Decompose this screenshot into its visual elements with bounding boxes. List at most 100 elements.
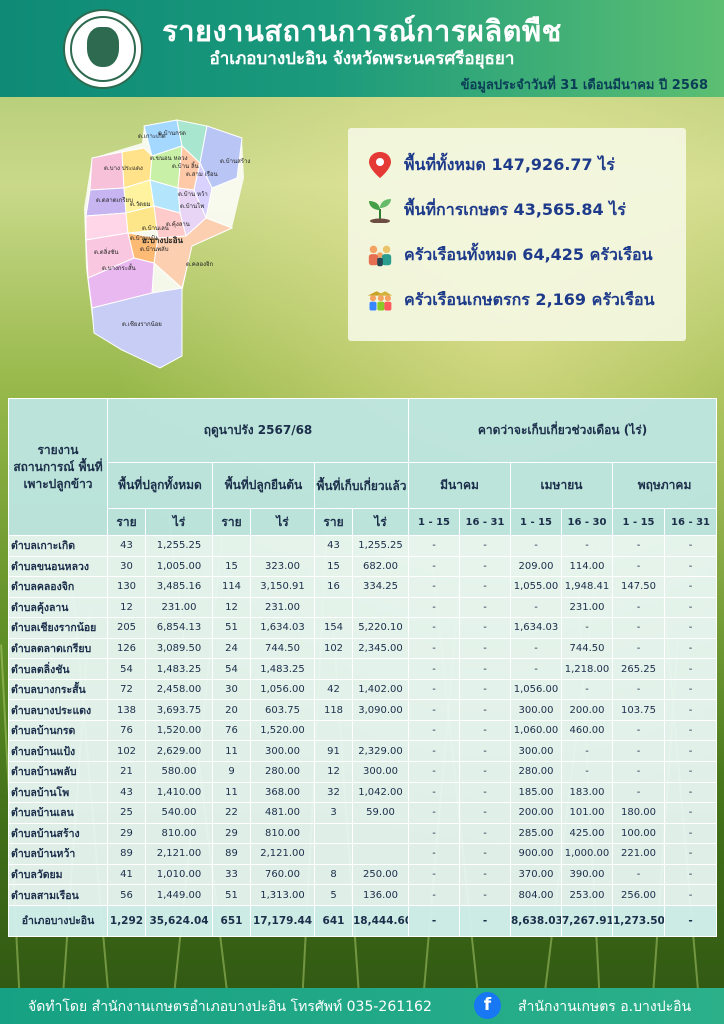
cell-apr-16-30: 114.00 [561, 555, 613, 578]
cell-may-1-15: - [612, 863, 665, 886]
cell-mar-16-31: - [459, 843, 511, 865]
cell-apr-16-30: 253.00 [561, 884, 613, 906]
header-season: ฤดูนาปรัง 2567/68 [107, 398, 409, 463]
farmers-icon [366, 286, 394, 314]
cell-may-16-31: - [663, 863, 718, 886]
table-row: ตำบลสามเรือน 56 1,449.00 51 1,313.00 5 136.00-… [8, 884, 718, 906]
cell-standing-area: 744.50 [250, 637, 315, 660]
cell-apr-1-15: - [510, 596, 562, 619]
rice-planting-table-container: รายงาน สถานการณ์ พื้นที่ เพาะปลูกข้าว ฤด… [8, 398, 718, 937]
cell-mar-1-15: - [408, 678, 460, 701]
cell-standing-area: 1,483.25 [250, 658, 315, 680]
cell-may-1-15: - [612, 761, 665, 783]
cell-may-16-31: - [663, 740, 718, 763]
cell-mar-1-15: - [408, 863, 460, 886]
total-apr-16-30: 7,267.91 [561, 904, 613, 937]
cell-row-name: ตำบลบางกระสั้น [8, 678, 108, 701]
cell-mar-1-15: - [408, 802, 460, 824]
cell-standing-rai: 11 [212, 781, 251, 804]
facebook-icon[interactable]: f [474, 992, 501, 1019]
cell-row-name: ตำบลวัดยม [8, 863, 108, 886]
cell-may-1-15: 103.75 [612, 699, 665, 721]
cell-apr-16-30: - [561, 740, 613, 763]
cell-row-name: ตำบลเกาะเกิด [8, 535, 108, 557]
cell-standing-rai: 9 [212, 761, 251, 783]
cell-planted-rai: 76 [107, 719, 146, 742]
total-area-row: พื้นที่ทั้งหมด 147,926.77 ไร่ [366, 150, 615, 180]
cell-mar-16-31: - [459, 822, 511, 845]
table-row: ตำบลบ้านโพ 43 1,410.00 11 368.00 32 1,042.00- -… [8, 781, 718, 804]
cell-apr-16-30: 101.00 [561, 802, 613, 824]
cell-standing-rai: 76 [212, 719, 251, 742]
page-subtitle: อำเภอบางปะอิน จังหวัดพระนครศรีอยุธยา [209, 49, 515, 69]
cell-may-16-31: - [663, 658, 718, 680]
cell-row-name: ตำบลคลองจิก [8, 576, 108, 598]
cell-harvested-area: 682.00 [352, 555, 409, 578]
cell-harvested-area: 2,345.00 [352, 637, 409, 660]
map-label: ต.คุ้งลาน [166, 221, 190, 228]
map-label: ต.บ้านพลับ [140, 246, 169, 253]
family-icon [366, 241, 394, 269]
agri-area-row: พื้นที่การเกษตร 43,565.84 ไร่ [366, 195, 626, 225]
cell-planted-rai: 205 [107, 617, 146, 639]
cell-apr-16-30: 231.00 [561, 596, 613, 619]
report-date: ข้อมูลประจำวันที่ 31 เดือนมีนาคม ปี 2568 [460, 78, 708, 93]
cell-apr-1-15: 900.00 [510, 843, 562, 865]
cell-may-16-31: - [663, 884, 718, 906]
cell-apr-16-30: 200.00 [561, 699, 613, 721]
cell-standing-rai: 22 [212, 802, 251, 824]
cell-apr-1-15: 285.00 [510, 822, 562, 845]
period-may-2: 16 - 31 [663, 508, 718, 536]
total-harvested-area: 18,444.60 [352, 904, 409, 937]
cell-harvested-area: 1,402.00 [352, 678, 409, 701]
cell-mar-16-31: - [459, 596, 511, 619]
map-label: อ.บางปะอิน [142, 236, 184, 245]
table-row: ตำบลบ้านพลับ 21 580.00 9 280.00 12 300.00- -280… [8, 761, 718, 783]
cell-apr-1-15: 1,060.00 [510, 719, 562, 742]
cell-row-name: ตำบลบ้านโพ [8, 781, 108, 804]
cell-may-16-31: - [663, 822, 718, 845]
cell-row-name: ตำบลคุ้งลาน [8, 596, 108, 619]
cell-planted-area: 3,693.75 [145, 699, 213, 721]
cell-standing-rai: 15 [212, 555, 251, 578]
cell-may-1-15: - [612, 637, 665, 660]
map-label: ต.ตลาดเกรียบ [96, 196, 133, 204]
cell-standing-area: 323.00 [250, 555, 315, 578]
unit-area: ไร่ [145, 508, 213, 536]
cell-row-name: ตำบลบ้านหว้า [8, 843, 108, 865]
cell-mar-1-15: - [408, 719, 460, 742]
cell-may-16-31: - [663, 535, 718, 557]
footer-credit: จัดทำโดย สำนักงานเกษตรอำเภอบางปะอิน โทรศ… [28, 999, 432, 1015]
cell-standing-rai: 12 [212, 596, 251, 619]
cell-harvested-area: 334.25 [352, 576, 409, 598]
cell-standing-area: 1,313.00 [250, 884, 315, 906]
cell-may-1-15: - [612, 617, 665, 639]
period-march-1: 1 - 15 [408, 508, 460, 536]
cell-apr-16-30: 183.00 [561, 781, 613, 804]
facebook-page-name[interactable]: สำนักงานเกษตร อ.บางปะอิน [518, 996, 691, 1018]
cell-standing-area: 1,056.00 [250, 678, 315, 701]
total-may-16-31: - [663, 904, 718, 937]
header-may: พฤษภาคม [611, 462, 718, 509]
farmer-households: ครัวเรือนเกษตรกร 2,169 ครัวเรือน [404, 289, 655, 309]
cell-mar-1-15: - [408, 596, 460, 619]
cell-planted-rai: 30 [107, 555, 146, 578]
cell-planted-rai: 72 [107, 678, 146, 701]
map-label: ต.ขนอน หลวง [150, 155, 188, 162]
cell-mar-16-31: - [459, 884, 511, 906]
cell-harvested-rai: 16 [314, 576, 353, 598]
cell-apr-16-30: 1,000.00 [561, 843, 613, 865]
cell-row-name: ตำบลเชียงรากน้อย [8, 617, 108, 639]
cell-apr-1-15: 1,055.00 [510, 576, 562, 598]
cell-standing-area: 2,121.00 [250, 843, 315, 865]
cell-harvested-area [352, 843, 409, 865]
cell-harvested-area: 5,220.10 [352, 617, 409, 639]
cell-mar-1-15: - [408, 761, 460, 783]
cell-may-16-31: - [663, 576, 718, 598]
cell-apr-16-30: 390.00 [561, 863, 613, 886]
cell-apr-16-30: 460.00 [561, 719, 613, 742]
cell-planted-area: 3,089.50 [145, 637, 213, 660]
households-row: ครัวเรือนทั้งหมด 64,425 ครัวเรือน [366, 240, 653, 270]
unit-area: ไร่ [250, 508, 315, 536]
map-label: ต.บ้าน หว้า [178, 191, 208, 198]
